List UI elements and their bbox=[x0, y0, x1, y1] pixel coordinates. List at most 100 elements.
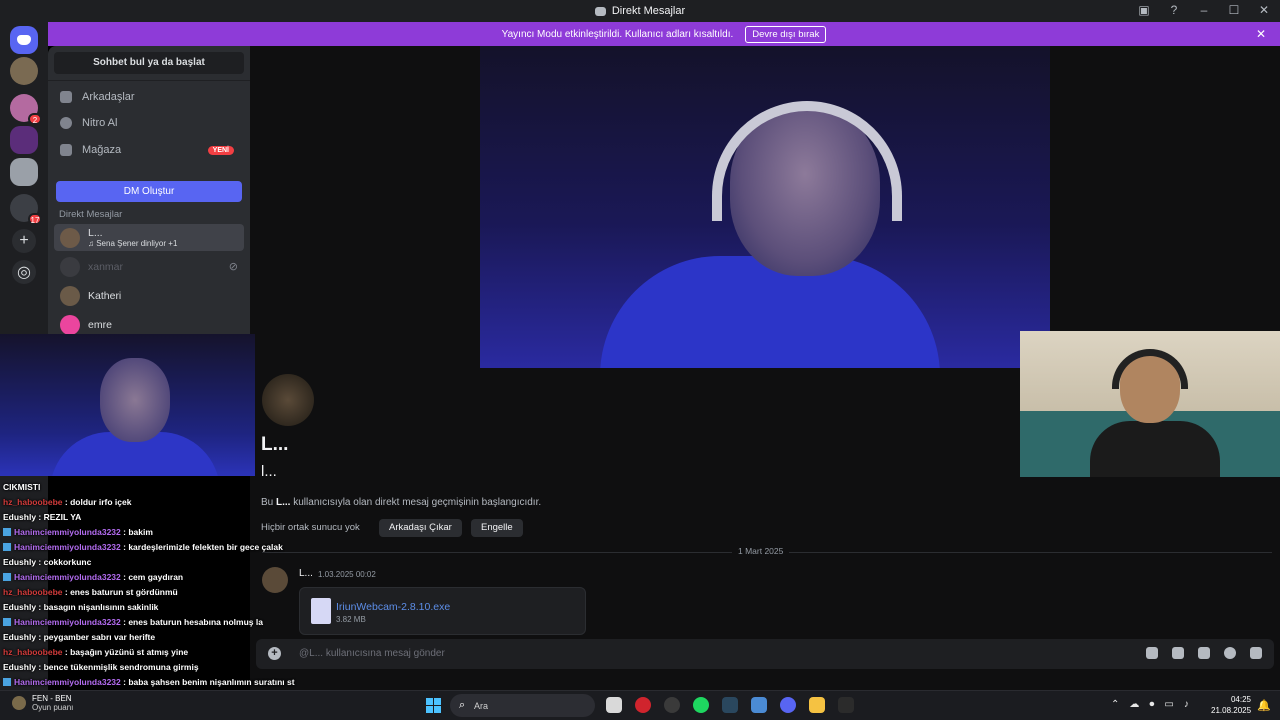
inbox-icon[interactable]: ▣ bbox=[1136, 3, 1152, 17]
profile-display-name: L... bbox=[261, 434, 289, 455]
nav-friends[interactable]: Arkadaşlar bbox=[56, 85, 244, 109]
battlenet-icon[interactable] bbox=[751, 697, 767, 713]
mention-badge: 2 bbox=[28, 113, 42, 125]
avatar bbox=[60, 285, 80, 306]
epic-games-icon[interactable] bbox=[838, 697, 854, 713]
dm-list-item[interactable]: Katheri bbox=[54, 282, 244, 309]
steam-icon[interactable] bbox=[722, 697, 738, 713]
clock[interactable]: 04:25 21.08.2025 bbox=[1211, 694, 1251, 716]
platform-icon bbox=[3, 678, 11, 686]
browser-icon[interactable] bbox=[664, 697, 680, 713]
start-button[interactable] bbox=[426, 698, 441, 713]
add-server-icon[interactable]: + bbox=[12, 229, 36, 253]
close-button[interactable]: ✕ bbox=[1256, 3, 1272, 17]
find-conversation-button[interactable]: Sohbet bul ya da başlat bbox=[54, 52, 244, 74]
message-author[interactable]: L... bbox=[299, 568, 313, 579]
spotify-icon[interactable] bbox=[693, 697, 709, 713]
chat-username: Hanimciemmiyolunda3232 bbox=[14, 617, 121, 627]
profile-description: Bu L... kullanıcısıyla olan direkt mesaj… bbox=[261, 497, 541, 508]
create-dm-button[interactable]: DM Oluştur bbox=[56, 181, 242, 202]
dm-name: Katheri bbox=[88, 289, 122, 302]
widget-icon bbox=[12, 696, 26, 710]
taskbar-search[interactable]: ⌕ Ara bbox=[450, 694, 595, 717]
chevron-up-icon[interactable]: ⌃ bbox=[1111, 699, 1119, 710]
chat-message: Hanimciemmiyolunda3232 : cem gaydıran bbox=[3, 572, 183, 582]
file-icon bbox=[311, 598, 331, 624]
chat-username: hz_haboobebe bbox=[3, 647, 63, 657]
server-icon[interactable] bbox=[10, 158, 38, 186]
notification-icon[interactable]: 🔔 bbox=[1257, 699, 1271, 712]
home-button[interactable] bbox=[10, 26, 38, 54]
chat-message: Edushly : bence tükenmişlik sendromuna g… bbox=[3, 662, 199, 672]
chat-text: : baba şahsen benim nişanlımın suratını … bbox=[120, 677, 295, 687]
server-icon[interactable]: 2 bbox=[10, 94, 42, 125]
sticker-icon[interactable] bbox=[1198, 647, 1210, 659]
cloud-icon[interactable]: ☁ bbox=[1129, 699, 1139, 710]
chat-message: Edushly : cokkorkunc bbox=[3, 557, 91, 567]
chat-message: hz_haboobebe : başağın yüzünü st atmış y… bbox=[3, 647, 188, 657]
emoji-icon[interactable] bbox=[1224, 647, 1236, 659]
mention-badge: 17 bbox=[28, 213, 42, 225]
facecam-overlay-right bbox=[1020, 331, 1280, 477]
chat-message: Hanimciemmiyolunda3232 : kardeşlerimizle… bbox=[3, 542, 283, 552]
file-explorer-icon[interactable] bbox=[809, 697, 825, 713]
apps-icon[interactable] bbox=[1250, 647, 1262, 659]
chat-username: hz_haboobebe bbox=[3, 587, 63, 597]
chat-text: : enes baturun st gördünmü bbox=[62, 587, 178, 597]
widget-subtitle: Oyun puanı bbox=[32, 703, 74, 712]
dm-activity: ♫ Sena Şener dinliyor +1 bbox=[88, 239, 178, 248]
nav-shop[interactable]: Mağaza YENİ bbox=[56, 138, 244, 162]
chat-text: : doldur irfo içek bbox=[62, 497, 132, 507]
help-icon[interactable]: ? bbox=[1166, 3, 1182, 17]
avatar bbox=[60, 227, 80, 248]
task-view-icon[interactable] bbox=[606, 697, 622, 713]
maximize-button[interactable]: ☐ bbox=[1226, 3, 1242, 17]
discord-icon[interactable] bbox=[780, 697, 796, 713]
window-titlebar: Direkt Mesajlar ▣ ? – ☐ ✕ bbox=[0, 0, 1280, 22]
block-button[interactable]: Engelle bbox=[471, 519, 523, 537]
nav-label: Arkadaşlar bbox=[82, 91, 135, 103]
network-icon[interactable]: ▭ bbox=[1164, 699, 1173, 710]
chat-text: : başağın yüzünü st atmış yine bbox=[62, 647, 189, 657]
chat-text: Edushly : cokkorkunc bbox=[3, 557, 92, 567]
minimize-button[interactable]: – bbox=[1196, 3, 1212, 17]
disable-streamer-mode-button[interactable]: Devre dışı bırak bbox=[745, 25, 827, 43]
dm-section-header: Direkt Mesajlar bbox=[59, 209, 123, 220]
taskbar-apps bbox=[606, 697, 854, 713]
gift-icon[interactable] bbox=[1146, 647, 1158, 659]
gif-icon[interactable] bbox=[1172, 647, 1184, 659]
banner-text: Yayıncı Modu etkinleştirildi. Kullanıcı … bbox=[501, 28, 734, 40]
avatar bbox=[60, 256, 80, 277]
chat-text: Edushly : REZIL YA bbox=[3, 512, 82, 522]
chat-text: CIKMISTI bbox=[3, 482, 41, 492]
chat-text: : bakim bbox=[120, 527, 153, 537]
opera-icon[interactable] bbox=[635, 697, 651, 713]
composer-placeholder[interactable]: @L... kullanıcısına mesaj gönder bbox=[299, 648, 445, 659]
chat-message: hz_haboobebe : doldur irfo içek bbox=[3, 497, 131, 507]
nav-nitro[interactable]: Nitro Al bbox=[56, 111, 244, 135]
microphone-icon[interactable]: ⏺ bbox=[1149, 699, 1154, 710]
dm-list-item[interactable]: L... ♫ Sena Şener dinliyor +1 bbox=[54, 224, 244, 251]
file-attachment[interactable]: IriunWebcam-2.8.10.exe 3.82 MB bbox=[299, 587, 586, 635]
shop-icon bbox=[60, 144, 72, 156]
server-icon[interactable] bbox=[10, 57, 38, 85]
close-banner-icon[interactable]: ✕ bbox=[1256, 27, 1266, 41]
widget-title: FEN - BEN bbox=[32, 694, 72, 703]
server-icon[interactable] bbox=[10, 126, 38, 154]
discover-icon[interactable]: ◎ bbox=[12, 260, 36, 284]
streamer-figure bbox=[600, 256, 940, 368]
date-separator: 1 Mart 2025 bbox=[732, 546, 790, 556]
nav-label: Nitro Al bbox=[82, 117, 118, 129]
attachment-name[interactable]: IriunWebcam-2.8.10.exe bbox=[336, 601, 450, 613]
chat-text: : kardeşlerimizle felekten bir gece çala… bbox=[120, 542, 283, 552]
dm-list-item[interactable]: xanmar ⊘ bbox=[54, 253, 244, 280]
remove-friend-button[interactable]: Arkadaşı Çıkar bbox=[379, 519, 462, 537]
message-composer[interactable]: + @L... kullanıcısına mesaj gönder bbox=[256, 639, 1274, 669]
server-folder[interactable]: 17 bbox=[10, 194, 42, 225]
chat-message: hz_haboobebe : enes baturun st gördünmü bbox=[3, 587, 178, 597]
dm-name: emre bbox=[88, 318, 112, 331]
streamer-figure bbox=[1090, 421, 1220, 477]
chat-text: : enes baturun hesabına nolmuş la bbox=[120, 617, 263, 627]
volume-icon[interactable]: ♪ bbox=[1184, 699, 1189, 710]
widgets-button[interactable]: FEN - BEN Oyun puanı bbox=[12, 694, 73, 712]
